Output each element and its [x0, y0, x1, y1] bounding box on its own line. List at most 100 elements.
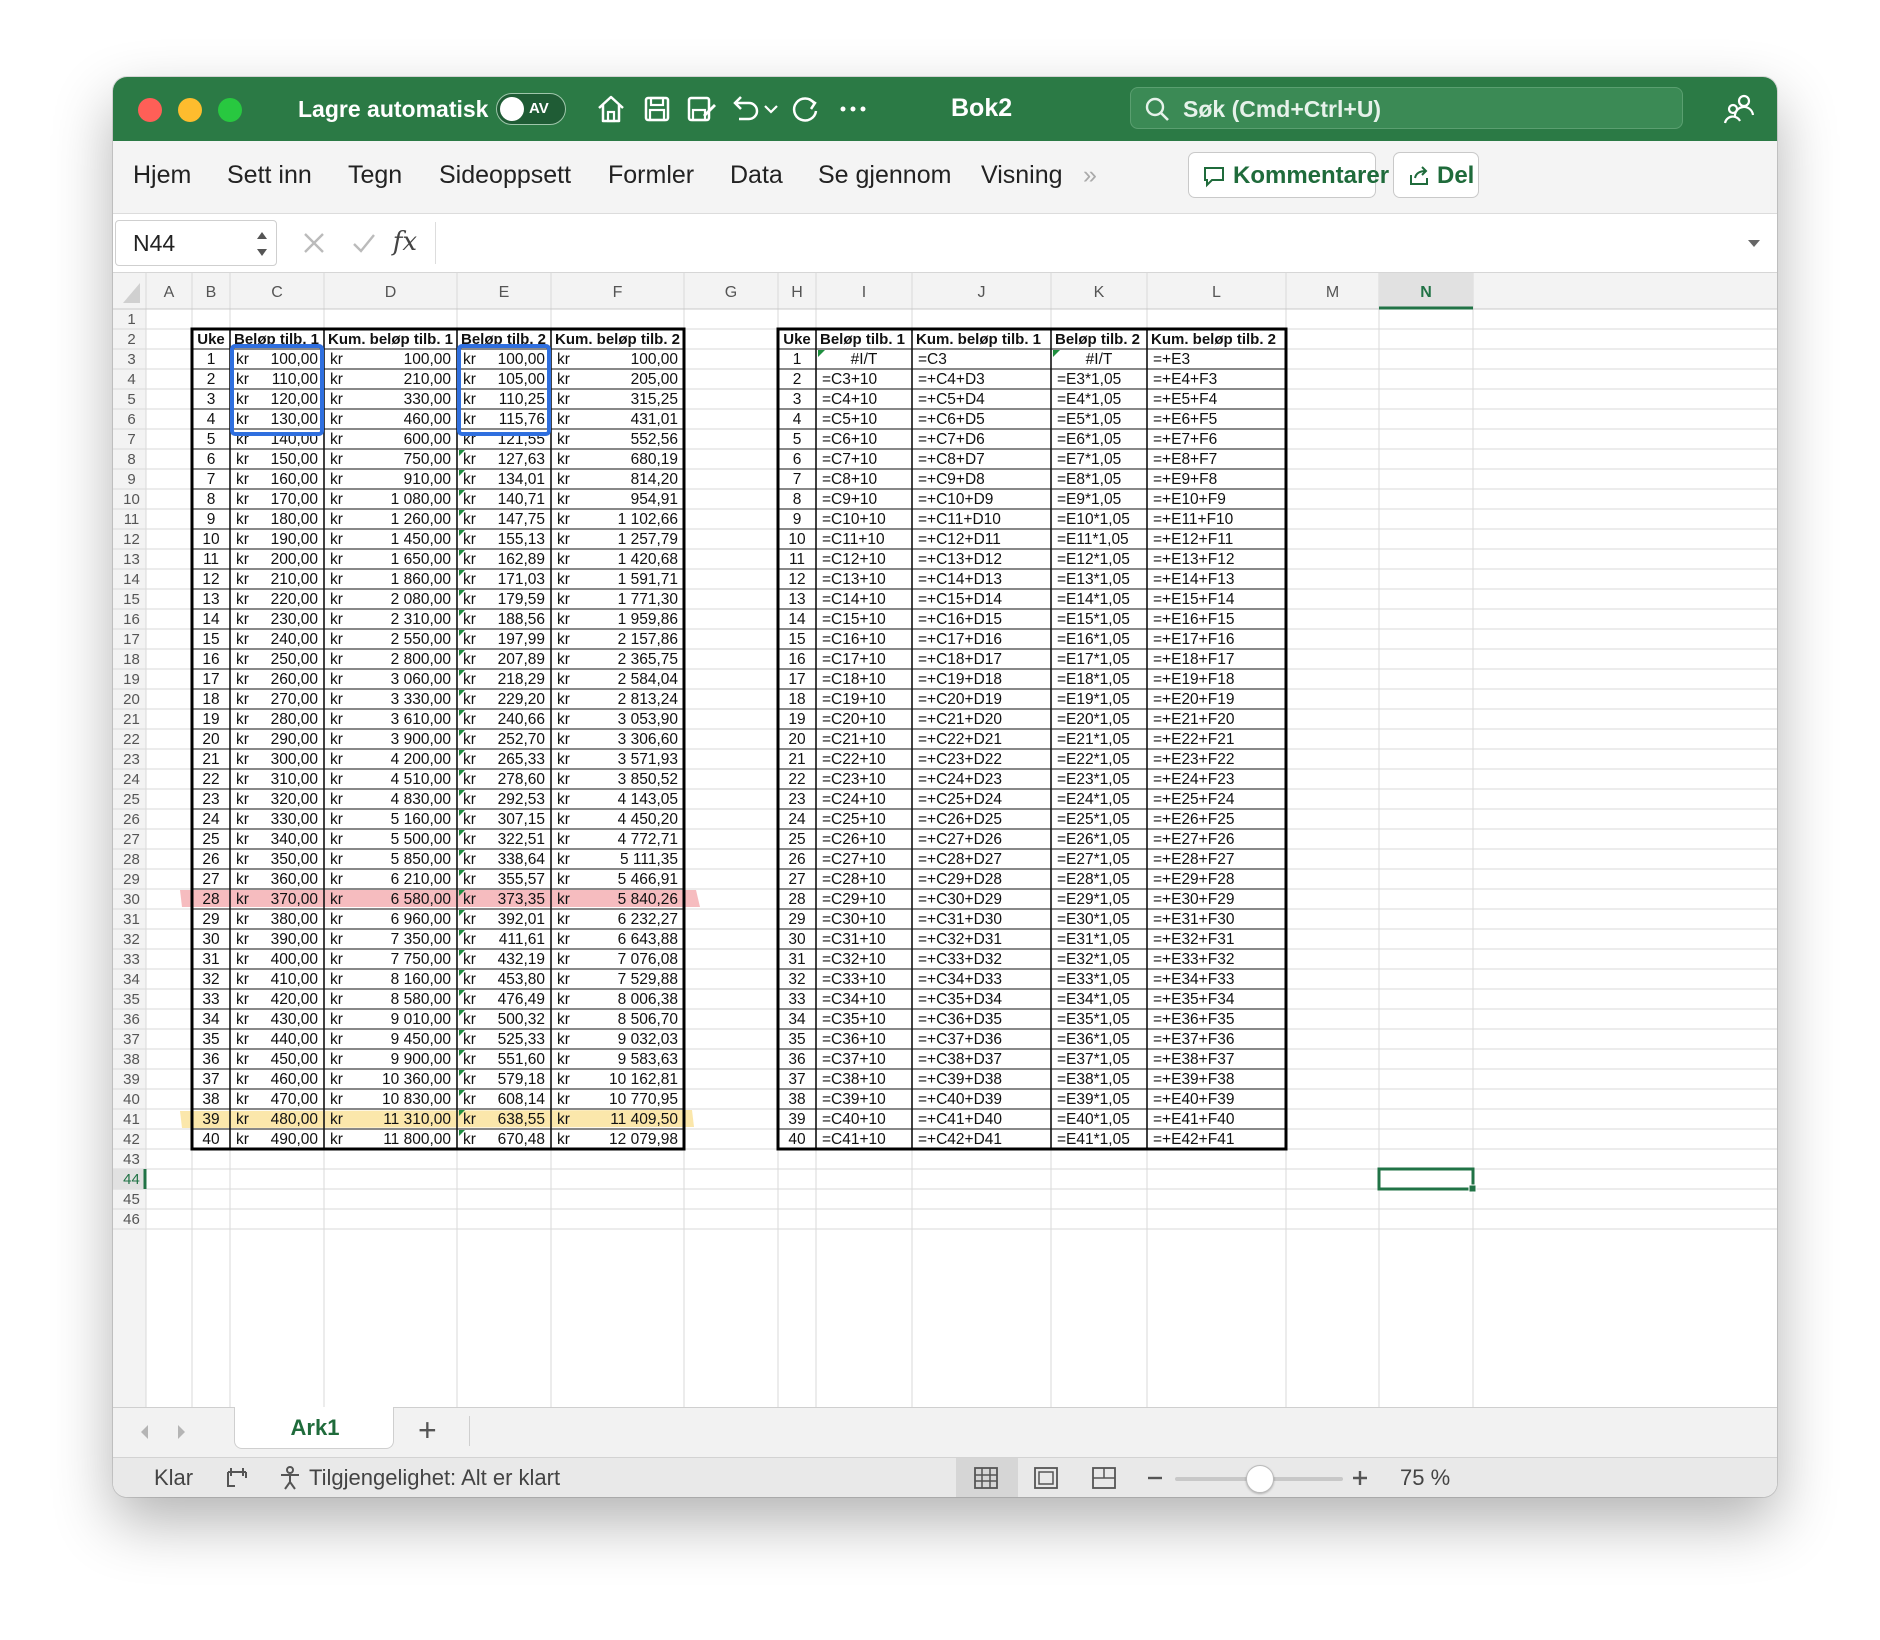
row-header[interactable]: 42 [123, 1131, 140, 1148]
week-cell[interactable]: 9 [207, 511, 216, 528]
formula-cell[interactable]: =+C42+D41 [918, 1131, 1002, 1148]
amount-cell[interactable]: 340,00 [271, 831, 319, 848]
zoom-level[interactable]: 75 % [1400, 1465, 1450, 1491]
formula-cell[interactable]: =+C22+D21 [918, 731, 1002, 748]
amount-cell[interactable]: 8 580,00 [391, 991, 452, 1008]
row-header[interactable]: 6 [127, 411, 135, 428]
week-cell[interactable]: 32 [202, 971, 219, 988]
amount-cell[interactable]: 162,89 [498, 551, 545, 568]
formula-cell[interactable]: =E41*1,05 [1057, 1131, 1130, 1148]
amount-cell[interactable]: 200,00 [271, 551, 319, 568]
week-cell[interactable]: 13 [202, 591, 219, 608]
formula-cell[interactable]: =+C30+D29 [918, 891, 1002, 908]
amount-cell[interactable]: 1 860,00 [391, 571, 452, 588]
formula-cell[interactable]: =+C41+D40 [918, 1111, 1002, 1128]
formula-cell[interactable]: =C23+10 [822, 771, 886, 788]
week-cell[interactable]: 8 [793, 491, 802, 508]
formula-cell[interactable]: =+E38+F37 [1153, 1051, 1234, 1068]
more-tabs-chevron-icon[interactable]: » [1083, 161, 1097, 190]
amount-cell[interactable]: 460,00 [271, 1071, 319, 1088]
row-header[interactable]: 21 [123, 711, 140, 728]
formula-cell[interactable]: =+C32+D31 [918, 931, 1002, 948]
amount-cell[interactable]: 370,00 [271, 891, 319, 908]
formula-cell[interactable]: =E35*1,05 [1057, 1011, 1130, 1028]
page-layout-view-icon[interactable] [1033, 1466, 1059, 1490]
formula-cell[interactable]: =+C5+D4 [918, 391, 985, 408]
formula-cell[interactable]: =E12*1,05 [1057, 551, 1130, 568]
amount-cell[interactable]: 120,00 [271, 391, 319, 408]
amount-cell[interactable]: 420,00 [271, 991, 319, 1008]
formula-cell[interactable]: =E7*1,05 [1057, 451, 1121, 468]
amount-cell[interactable]: 10 830,00 [382, 1091, 451, 1108]
formula-cell[interactable]: =+E23+F22 [1153, 751, 1234, 768]
week-cell[interactable]: 27 [202, 871, 219, 888]
formula-cell[interactable]: =C21+10 [822, 731, 886, 748]
formula-cell[interactable]: =C14+10 [822, 591, 886, 608]
row-header[interactable]: 35 [123, 991, 140, 1008]
formula-cell[interactable]: =E26*1,05 [1057, 831, 1130, 848]
amount-cell[interactable]: 2 550,00 [391, 631, 452, 648]
amount-cell[interactable]: 470,00 [271, 1091, 319, 1108]
zoom-out-icon[interactable] [1145, 1466, 1165, 1490]
formula-cell[interactable]: =+E20+F19 [1153, 691, 1234, 708]
amount-cell[interactable]: 322,51 [498, 831, 545, 848]
formula-cell[interactable]: =+E7+F6 [1153, 431, 1217, 448]
zoom-in-icon[interactable] [1350, 1466, 1370, 1490]
week-cell[interactable]: 12 [788, 571, 805, 588]
amount-cell[interactable]: 110,00 [272, 371, 319, 388]
amount-cell[interactable]: 480,00 [271, 1111, 319, 1128]
amount-cell[interactable]: 12 079,98 [609, 1131, 678, 1148]
formula-cell[interactable]: =E8*1,05 [1057, 471, 1121, 488]
row-header[interactable]: 18 [123, 651, 140, 668]
week-cell[interactable]: 11 [203, 551, 219, 568]
week-cell[interactable]: 23 [788, 791, 805, 808]
formula-cell[interactable]: =+C12+D11 [918, 531, 1001, 548]
amount-cell[interactable]: 8 160,00 [391, 971, 452, 988]
row-header[interactable]: 11 [124, 511, 140, 528]
column-header[interactable]: E [499, 284, 510, 301]
formula-cell[interactable]: =+C29+D28 [918, 871, 1002, 888]
redo-icon[interactable] [787, 91, 823, 127]
formula-cell[interactable]: =C40+10 [822, 1111, 886, 1128]
amount-cell[interactable]: 4 143,05 [618, 791, 678, 808]
amount-cell[interactable]: 400,00 [271, 951, 319, 968]
amount-cell[interactable]: 10 360,00 [382, 1071, 451, 1088]
amount-cell[interactable]: 100,00 [404, 351, 452, 368]
amount-cell[interactable]: 410,00 [271, 971, 319, 988]
amount-cell[interactable]: 355,57 [498, 871, 545, 888]
fill-handle[interactable] [1468, 1184, 1477, 1193]
week-cell[interactable]: 36 [788, 1051, 805, 1068]
amount-cell[interactable]: 579,18 [498, 1071, 545, 1088]
amount-cell[interactable]: 210,00 [404, 371, 452, 388]
amount-cell[interactable]: 9 900,00 [391, 1051, 452, 1068]
formula-cell[interactable]: =E31*1,05 [1057, 931, 1130, 948]
amount-cell[interactable]: 680,19 [631, 451, 678, 468]
amount-cell[interactable]: 3 900,00 [391, 731, 452, 748]
column-header[interactable]: D [385, 284, 397, 301]
column-header[interactable]: C [271, 284, 283, 301]
column-header[interactable]: M [1326, 284, 1339, 301]
amount-cell[interactable]: 100,00 [271, 351, 319, 368]
amount-cell[interactable]: 4 830,00 [391, 791, 452, 808]
amount-cell[interactable]: 1 450,00 [391, 531, 452, 548]
week-cell[interactable]: 10 [202, 531, 220, 548]
amount-cell[interactable]: 2 584,04 [618, 671, 679, 688]
insert-function-button[interactable]: fx [357, 227, 417, 257]
amount-cell[interactable]: 147,75 [498, 511, 545, 528]
row-header[interactable]: 10 [123, 491, 140, 508]
row-header[interactable]: 1 [127, 311, 135, 328]
formula-cell[interactable]: =E25*1,05 [1057, 811, 1130, 828]
amount-cell[interactable]: 9 010,00 [391, 1011, 452, 1028]
formula-input[interactable] [447, 229, 1737, 257]
formula-cell[interactable]: =+C13+D12 [918, 551, 1002, 568]
week-cell[interactable]: 5 [207, 431, 216, 448]
amount-cell[interactable]: 2 310,00 [391, 611, 452, 628]
close-window-button[interactable] [138, 98, 162, 122]
formula-cell[interactable]: =C19+10 [822, 691, 886, 708]
week-cell[interactable]: 33 [788, 991, 805, 1008]
tab-data[interactable]: Data [730, 161, 783, 190]
tab-hjem[interactable]: Hjem [133, 161, 191, 190]
amount-cell[interactable]: 1 257,79 [618, 531, 678, 548]
amount-cell[interactable]: 7 076,08 [618, 951, 678, 968]
amount-cell[interactable]: 320,00 [271, 791, 319, 808]
